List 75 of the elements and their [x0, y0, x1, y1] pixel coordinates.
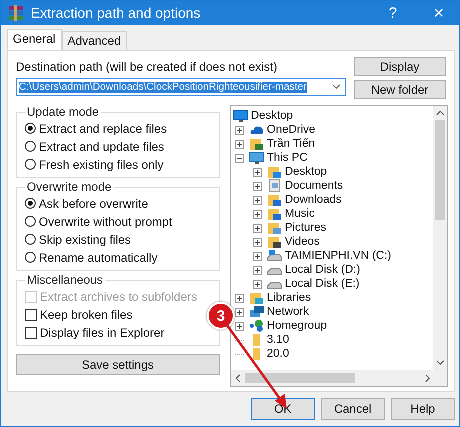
expander-icon[interactable] — [235, 294, 244, 302]
books-icon — [7, 4, 25, 22]
help-button[interactable]: ? — [373, 4, 413, 22]
tree-item[interactable]: This PC — [267, 152, 308, 164]
scroll-left-icon[interactable] — [235, 374, 241, 382]
tree-item[interactable]: Network — [267, 306, 310, 318]
expander-icon[interactable] — [253, 224, 262, 232]
radio-label: Ask before overwrite — [39, 196, 148, 210]
dialog-button[interactable]: Help — [391, 398, 455, 420]
expander-icon[interactable] — [235, 126, 244, 134]
checkbox[interactable] — [25, 326, 37, 338]
group-title: Update mode — [26, 105, 100, 119]
tree-item[interactable]: Videos — [285, 236, 320, 248]
radio-button[interactable] — [25, 234, 36, 245]
tree-item[interactable]: Documents — [285, 180, 344, 192]
scroll-down-icon[interactable] — [436, 360, 444, 366]
tree-item[interactable]: Music — [285, 208, 316, 220]
radio-label: Skip existing files — [39, 232, 132, 246]
tree-item[interactable]: 3.10 — [267, 334, 290, 346]
side-button[interactable]: New folder — [354, 80, 446, 99]
expander-icon[interactable] — [235, 154, 244, 162]
dialog-button[interactable]: Cancel — [321, 398, 385, 420]
chevron-down-icon — [332, 84, 341, 90]
horizontal-scrollbar[interactable] — [231, 370, 447, 386]
expander-icon[interactable] — [253, 266, 262, 274]
expander-icon[interactable] — [235, 308, 244, 316]
expander-icon[interactable] — [253, 196, 262, 204]
expander-icon[interactable] — [235, 140, 244, 148]
tree-item[interactable]: OneDrive — [267, 124, 316, 136]
tab[interactable]: Advanced — [62, 31, 128, 50]
expander-icon[interactable] — [235, 322, 244, 330]
radio-button[interactable] — [25, 252, 36, 263]
tree-item[interactable]: Desktop — [285, 166, 328, 178]
checkbox[interactable] — [25, 308, 37, 320]
path-combo[interactable]: C:\Users\admin\Downloads\ClockPositionRighteousifier-master — [16, 78, 346, 96]
radio-button[interactable] — [25, 198, 36, 209]
checkbox-label: Display files in Explorer — [40, 326, 165, 340]
destination-label: Destination path (will be created if does not exist) — [16, 60, 278, 74]
expander-icon[interactable] — [253, 252, 262, 260]
tree-item[interactable]: 20.0 — [267, 348, 290, 360]
side-button[interactable]: Display — [354, 57, 446, 76]
tree-item[interactable]: Downloads — [285, 194, 342, 206]
checkbox-label: Keep broken files — [40, 308, 133, 322]
group-title: Overwrite mode — [26, 180, 113, 194]
tree-item[interactable]: Libraries — [267, 292, 312, 304]
scroll-up-icon[interactable] — [436, 110, 444, 116]
tree-item[interactable]: Local Disk (E:) — [285, 278, 360, 290]
expander-icon[interactable] — [253, 280, 262, 288]
tree-item[interactable]: Local Disk (D:) — [285, 264, 360, 276]
tree-item[interactable]: Desktop — [251, 110, 294, 122]
expander-icon[interactable] — [253, 238, 262, 246]
radio-button[interactable] — [25, 123, 36, 134]
radio-button[interactable] — [25, 216, 36, 227]
close-button[interactable]: × — [419, 2, 459, 24]
radio-label: Extract and replace files — [39, 122, 168, 136]
radio-label: Extract and update files — [39, 140, 164, 154]
tree-item[interactable]: Trần Tiến — [267, 138, 316, 150]
vertical-scrollbar[interactable] — [433, 106, 447, 370]
radio-button[interactable] — [25, 159, 36, 170]
scroll-right-icon[interactable] — [425, 374, 431, 382]
save-settings-button[interactable]: Save settings — [16, 354, 220, 375]
radio-label: Overwrite without prompt — [39, 214, 172, 228]
group-title: Miscellaneous — [26, 273, 104, 287]
tree-item[interactable]: Pictures — [285, 222, 327, 234]
window-title: Extraction path and options — [31, 5, 202, 21]
tree-item[interactable]: TAIMIENPHI.VN (C:) — [285, 250, 392, 262]
radio-button[interactable] — [25, 141, 36, 152]
expander-icon[interactable] — [253, 210, 262, 218]
checkbox-label: Extract archives to subfolders — [40, 290, 198, 304]
expander-icon[interactable] — [253, 182, 262, 190]
radio-label: Fresh existing files only — [39, 158, 164, 172]
tree-item[interactable]: Homegroup — [267, 320, 328, 332]
expander-icon[interactable] — [253, 168, 262, 176]
tab[interactable]: General — [7, 29, 62, 50]
radio-label: Rename automatically — [39, 250, 158, 264]
